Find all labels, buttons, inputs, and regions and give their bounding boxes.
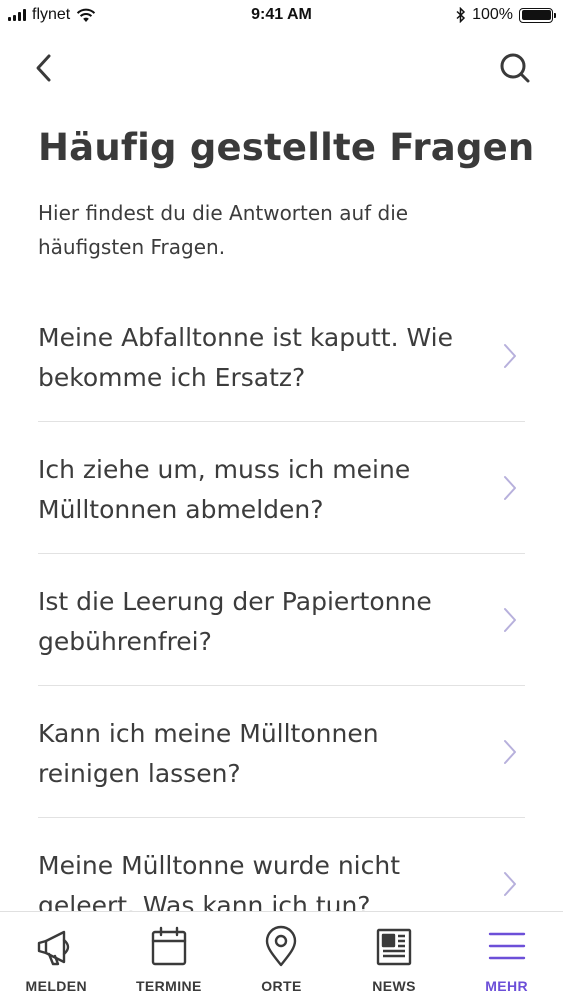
chevron-right-icon [504, 872, 516, 896]
status-bar: flynet 9:41 AM 100% [0, 0, 563, 32]
tab-label: TERMINE [135, 978, 202, 994]
faq-question: Kann ich meine Mülltonnen reinigen lasse… [38, 719, 379, 788]
tab-label: MELDEN [25, 978, 88, 994]
faq-question: Ich ziehe um, muss ich meine Mülltonnen … [38, 455, 411, 524]
tab-orte[interactable]: ORTE [225, 912, 338, 1002]
chevron-right-icon [504, 740, 516, 764]
page-subtitle: Hier findest du die Antworten auf die hä… [38, 201, 409, 259]
calendar-icon [151, 926, 187, 966]
location-pin-icon [266, 925, 297, 967]
chevron-right-icon [504, 608, 516, 632]
tab-label: MEHR [485, 978, 529, 994]
faq-item[interactable]: Meine Mülltonne wurde nicht geleert. Was… [38, 818, 525, 911]
megaphone-icon [38, 930, 70, 966]
faq-item[interactable]: Kann ich meine Mülltonnen reinigen lasse… [38, 686, 525, 818]
tab-label: ORTE [261, 978, 302, 994]
search-icon [500, 53, 530, 83]
faq-item[interactable]: Ist die Leerung der Papiertonne gebühren… [38, 554, 525, 686]
faq-question: Meine Abfalltonne ist kaputt. Wie bekomm… [38, 323, 453, 392]
battery-fill [521, 10, 551, 20]
faq-question: Ist die Leerung der Papiertonne gebühren… [38, 587, 432, 656]
search-button[interactable] [497, 50, 533, 86]
chevron-right-icon [504, 476, 516, 500]
tab-label: NEWS [372, 978, 416, 994]
battery-icon [519, 7, 556, 23]
bluetooth-icon [456, 7, 466, 23]
faq-question: Meine Mülltonne wurde nicht geleert. Was… [38, 851, 400, 911]
tab-termine[interactable]: TERMINE [113, 912, 226, 1002]
status-right: 100% [456, 6, 556, 24]
newspaper-icon [376, 928, 412, 966]
tab-news[interactable]: NEWS [338, 912, 451, 1002]
page-title: Häufig gestellte Fragen [38, 126, 535, 169]
chevron-left-icon [36, 54, 51, 82]
back-button[interactable] [26, 50, 62, 86]
tab-melden[interactable]: MELDEN [0, 912, 113, 1002]
tab-bar: MELDEN TERMINE ORTE NEWS MEHR [0, 911, 563, 1002]
menu-icon [488, 932, 525, 960]
faq-list: Meine Abfalltonne ist kaputt. Wie bekomm… [0, 290, 563, 911]
faq-item[interactable]: Meine Abfalltonne ist kaputt. Wie bekomm… [38, 290, 525, 422]
faq-item[interactable]: Ich ziehe um, muss ich meine Mülltonnen … [38, 422, 525, 554]
tab-mehr[interactable]: MEHR [450, 912, 563, 1002]
battery-percent: 100% [472, 6, 513, 23]
chevron-right-icon [504, 344, 516, 368]
